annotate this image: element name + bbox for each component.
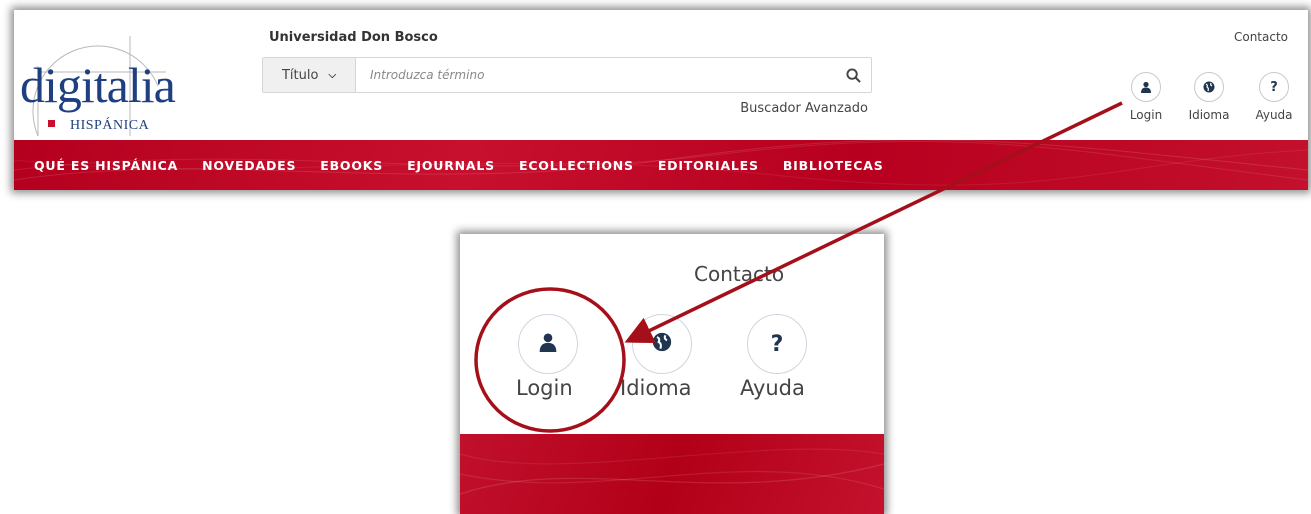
zoom-help-label: Ayuda xyxy=(740,376,805,400)
search-bar: Título ⌵ Introduzca término xyxy=(262,57,872,93)
help-button[interactable]: ? Ayuda xyxy=(1251,72,1297,122)
contact-link[interactable]: Contacto xyxy=(1234,30,1288,44)
search-field-select[interactable]: Título ⌵ xyxy=(263,58,356,92)
zoom-nav-strip xyxy=(460,434,884,514)
zoom-contact-link[interactable]: Contacto xyxy=(694,262,784,286)
zoom-wave-pattern xyxy=(460,448,884,495)
question-icon: ? xyxy=(770,331,784,357)
nav-item-ecollections[interactable]: ECOLLECTIONS xyxy=(519,158,634,173)
zoom-language-label: Idioma xyxy=(620,376,692,400)
user-icon xyxy=(1131,72,1161,102)
user-icon xyxy=(538,332,558,356)
nav-item-ejournals[interactable]: EJOURNALS xyxy=(407,158,495,173)
search-placeholder: Introduzca término xyxy=(370,68,485,82)
search-field-value: Título xyxy=(281,67,319,83)
zoomed-header-detail: Contacto ? Login Idioma Ayuda xyxy=(460,234,884,514)
header-screenshot: digitalia HISPÁNICA Universidad Don Bosc… xyxy=(14,10,1308,190)
question-icon: ? xyxy=(1259,72,1289,102)
search-icon[interactable] xyxy=(835,58,871,92)
language-button[interactable]: Idioma xyxy=(1186,72,1232,122)
logo-wordmark: digitalia xyxy=(20,57,176,113)
nav-item-bibliotecas[interactable]: BIBLIOTECAS xyxy=(783,158,884,173)
zoom-language-button[interactable] xyxy=(632,314,692,374)
nav-item-editoriales[interactable]: EDITORIALES xyxy=(658,158,759,173)
nav-item-ebooks[interactable]: EBOOKS xyxy=(320,158,383,173)
nav-item-que-es-hispanica[interactable]: QUÉ ES HISPÁNICA xyxy=(34,158,178,173)
logo-subtitle: HISPÁNICA xyxy=(70,118,150,133)
institution-name: Universidad Don Bosco xyxy=(269,30,438,45)
login-button[interactable]: Login xyxy=(1123,72,1169,122)
search-input[interactable]: Introduzca término xyxy=(356,58,835,92)
login-label: Login xyxy=(1129,108,1163,122)
help-label: Ayuda xyxy=(1255,108,1293,122)
language-label: Idioma xyxy=(1188,108,1230,122)
chevron-down-icon: ⌵ xyxy=(328,69,337,81)
globe-icon xyxy=(1194,72,1224,102)
logo-square xyxy=(48,120,55,127)
nav-item-novedades[interactable]: NOVEDADES xyxy=(202,158,296,173)
main-nav: QUÉ ES HISPÁNICA NOVEDADES EBOOKS EJOURN… xyxy=(14,140,1308,190)
zoom-help-button[interactable]: ? xyxy=(747,314,807,374)
zoom-login-label: Login xyxy=(516,376,573,400)
advanced-search-link[interactable]: Buscador Avanzado xyxy=(740,101,868,116)
globe-icon xyxy=(652,332,672,356)
zoom-login-button[interactable] xyxy=(518,314,578,374)
digitalia-logo[interactable]: digitalia HISPÁNICA xyxy=(18,26,176,138)
